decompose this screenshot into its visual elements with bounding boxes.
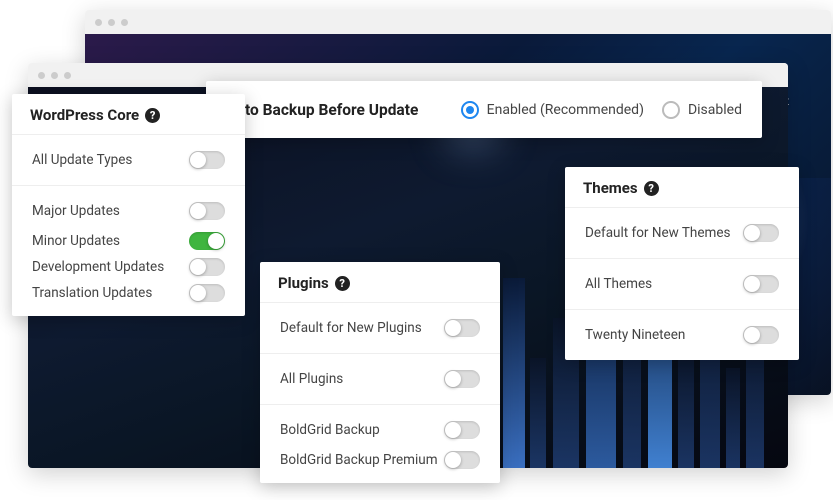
window-dot — [64, 72, 71, 79]
building — [503, 278, 525, 468]
row-label: Development Updates — [32, 259, 164, 275]
plugins-panel: Plugins ? Default for New Plugins All Pl… — [260, 262, 500, 483]
wordpress-core-panel: WordPress Core ? All Update Types Major … — [12, 94, 245, 316]
row-label: Default for New Themes — [585, 225, 731, 241]
building — [530, 358, 546, 468]
radio-circle-icon — [662, 101, 680, 119]
row-label: Major Updates — [32, 203, 120, 219]
plugins-header: Plugins ? — [260, 262, 500, 303]
titlebar-back — [85, 10, 831, 34]
themes-panel: Themes ? Default for New Themes All Them… — [565, 167, 799, 360]
toggle-all-themes[interactable] — [743, 275, 779, 293]
plugin-row-all: All Plugins — [260, 354, 500, 405]
plugin-row-boldgrid-premium: BoldGrid Backup Premium — [260, 447, 500, 483]
window-dot — [95, 19, 102, 26]
window-dot — [51, 72, 58, 79]
toggle-default-new-themes[interactable] — [743, 224, 779, 242]
window-dot — [108, 19, 115, 26]
help-icon[interactable]: ? — [644, 181, 659, 196]
auto-backup-panel: Auto Backup Before Update Enabled (Recom… — [206, 81, 762, 138]
radio-disabled[interactable]: Disabled — [662, 101, 742, 119]
building — [726, 368, 740, 468]
toggle-all-update-types[interactable] — [189, 151, 225, 169]
theme-row-default: Default for New Themes — [565, 208, 799, 259]
core-row-minor: Minor Updates — [12, 228, 245, 254]
building — [678, 348, 694, 468]
toggle-translation-updates[interactable] — [189, 284, 225, 302]
toggle-default-new-plugins[interactable] — [444, 319, 480, 337]
themes-header: Themes ? — [565, 167, 799, 208]
toggle-development-updates[interactable] — [189, 258, 225, 276]
core-row-all: All Update Types — [12, 135, 245, 186]
auto-backup-radio-group: Enabled (Recommended) Disabled — [461, 101, 742, 119]
radio-label: Enabled (Recommended) — [487, 102, 644, 118]
row-label: BoldGrid Backup Premium — [280, 452, 438, 468]
core-title: WordPress Core — [30, 106, 139, 124]
core-row-major: Major Updates — [12, 186, 245, 228]
help-icon[interactable]: ? — [145, 108, 160, 123]
theme-row-all: All Themes — [565, 259, 799, 310]
themes-title: Themes — [583, 179, 638, 197]
plugins-title: Plugins — [278, 274, 329, 292]
core-row-dev: Development Updates — [12, 254, 245, 280]
toggle-major-updates[interactable] — [189, 202, 225, 220]
row-label: All Plugins — [280, 371, 343, 387]
row-label: Default for New Plugins — [280, 320, 422, 336]
toggle-all-plugins[interactable] — [444, 370, 480, 388]
core-row-trans: Translation Updates — [12, 280, 245, 316]
row-label: Minor Updates — [32, 233, 120, 249]
radio-circle-icon — [461, 101, 479, 119]
help-icon[interactable]: ? — [335, 276, 350, 291]
row-label: BoldGrid Backup — [280, 422, 380, 438]
toggle-boldgrid-backup-premium[interactable] — [444, 451, 480, 469]
window-dot — [121, 19, 128, 26]
toggle-twenty-nineteen[interactable] — [743, 326, 779, 344]
radio-label: Disabled — [688, 102, 742, 118]
window-dot — [38, 72, 45, 79]
auto-backup-title: Auto Backup Before Update — [226, 101, 418, 119]
toggle-minor-updates[interactable] — [189, 232, 225, 250]
plugin-row-default: Default for New Plugins — [260, 303, 500, 354]
row-label: Translation Updates — [32, 285, 152, 301]
core-header: WordPress Core ? — [12, 94, 245, 135]
toggle-boldgrid-backup[interactable] — [444, 421, 480, 439]
row-label: Twenty Nineteen — [585, 327, 685, 343]
plugin-row-boldgrid: BoldGrid Backup — [260, 405, 500, 447]
theme-row-twenty-nineteen: Twenty Nineteen — [565, 310, 799, 360]
row-label: All Update Types — [32, 152, 132, 168]
radio-enabled[interactable]: Enabled (Recommended) — [461, 101, 644, 119]
row-label: All Themes — [585, 276, 652, 292]
